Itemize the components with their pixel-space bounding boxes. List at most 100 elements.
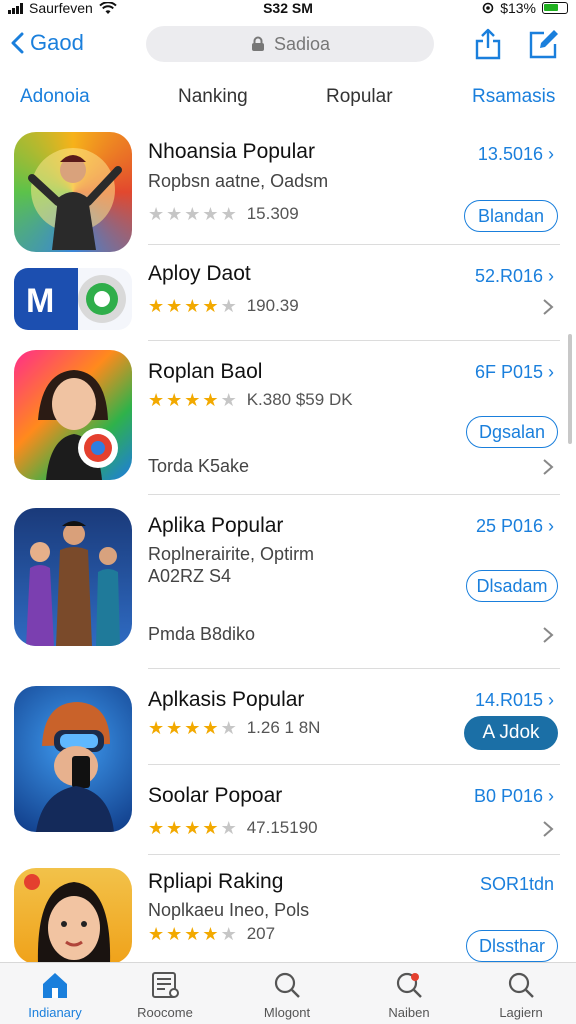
- star-icon: ★: [166, 296, 183, 316]
- back-label: Gaod: [30, 30, 84, 55]
- star-icon: ★: [148, 204, 165, 224]
- app-subtitle: Roplnerairite, Optirm: [148, 544, 315, 564]
- rating-count: 190.39: [246, 296, 299, 315]
- open-button[interactable]: A Jdok: [464, 716, 558, 750]
- search-placeholder: Sadioa: [273, 33, 331, 54]
- tab-item-naiben[interactable]: Naiben: [354, 969, 464, 1020]
- search-notification-icon: [396, 972, 422, 998]
- tab-label: Roocome: [137, 1005, 193, 1020]
- star-icon: ★: [184, 296, 201, 316]
- rating-count: 47.15190: [246, 818, 318, 837]
- star-icon: ★: [166, 924, 183, 944]
- app-icon: [14, 350, 132, 480]
- app-title: Roplan Baol: [148, 360, 263, 383]
- get-button[interactable]: Dgsalan: [466, 416, 558, 448]
- app-price[interactable]: 6F P015 ›: [475, 362, 554, 383]
- divider: [148, 854, 560, 855]
- share-icon[interactable]: [474, 28, 502, 60]
- rating-count: 15.309: [246, 204, 299, 223]
- tab-item-mlogont[interactable]: Mlogont: [232, 969, 342, 1020]
- nav-bar: Gaod Sadioa: [0, 24, 576, 68]
- app-title: Aplkasis Popular: [148, 688, 305, 711]
- divider: [148, 494, 560, 495]
- get-button[interactable]: Dlsadam: [466, 570, 558, 602]
- star-rating: ★ ★ ★ ★ ★ 190.39: [148, 296, 299, 316]
- back-button[interactable]: Gaod: [10, 30, 84, 56]
- star-icon: ★: [148, 296, 165, 316]
- star-icon: ★: [148, 924, 165, 944]
- app-icon: M: [14, 268, 132, 330]
- tab-adonoia[interactable]: Adonoia: [20, 86, 90, 108]
- search-icon: [274, 972, 300, 998]
- chevron-right-icon[interactable]: [542, 626, 554, 644]
- tab-label: Indianary: [28, 1005, 82, 1020]
- app-subtitle: Ropbsn aatne, Oadsm: [148, 171, 329, 191]
- app-icon: [14, 132, 132, 252]
- chevron-right-icon[interactable]: [542, 458, 554, 476]
- app-title: Soolar Popoar: [148, 784, 283, 807]
- get-button[interactable]: Dlssthar: [466, 930, 558, 962]
- star-icon: ★: [202, 924, 219, 944]
- app-price[interactable]: B0 P016 ›: [474, 786, 554, 807]
- star-icon: ★: [166, 390, 183, 410]
- app-icon: [14, 508, 132, 646]
- star-rating: ★ ★ ★ ★ ★ 15.309: [148, 204, 299, 224]
- search-input[interactable]: Sadioa: [146, 26, 434, 62]
- app-price[interactable]: SOR1tdn: [480, 874, 554, 895]
- star-icon: ★: [166, 204, 183, 224]
- app-price[interactable]: 52.R016 ›: [475, 266, 554, 287]
- rating-count: K.380 $59 DK: [246, 390, 353, 409]
- chevron-right-icon[interactable]: [542, 820, 554, 838]
- app-price[interactable]: 13.5016 ›: [478, 144, 554, 165]
- star-icon: ★: [184, 204, 201, 224]
- status-bar: Saurfeven S32 SM $13%: [0, 0, 576, 18]
- search-icon: [508, 972, 534, 998]
- app-price[interactable]: 14.R015 ›: [475, 690, 554, 711]
- star-icon: ★: [202, 204, 219, 224]
- battery-icon: [542, 2, 568, 14]
- tab-item-roocome[interactable]: Roocome: [110, 969, 220, 1020]
- battery-percent: $13%: [500, 0, 536, 16]
- compose-icon[interactable]: [528, 28, 558, 60]
- star-icon: ★: [202, 390, 219, 410]
- tab-label: Lagiern: [499, 1005, 543, 1020]
- divider: [148, 340, 560, 341]
- star-icon: ★: [166, 818, 183, 838]
- star-rating: ★ ★ ★ ★ ★ 207: [148, 924, 275, 944]
- app-title: Rpliapi Raking: [148, 870, 284, 893]
- app-price[interactable]: 25 P016 ›: [476, 516, 554, 537]
- star-rating: ★ ★ ★ ★ ★ 47.15190: [148, 818, 318, 838]
- rating-count: 207: [246, 924, 276, 943]
- svg-text:M: M: [26, 282, 54, 320]
- tab-label: Mlogont: [263, 1005, 311, 1020]
- scroll-indicator[interactable]: [568, 334, 572, 444]
- app-subtitle-secondary: A02RZ S4: [148, 566, 232, 586]
- tab-label: Naiben: [388, 1005, 430, 1020]
- star-icon: ★: [184, 718, 201, 738]
- star-icon: ★: [202, 718, 219, 738]
- tab-item-lagiern[interactable]: Lagiern: [466, 969, 576, 1020]
- app-footer: Torda K5ake: [148, 456, 250, 476]
- star-icon: ★: [202, 296, 219, 316]
- star-icon: ★: [148, 718, 165, 738]
- app-icon: [14, 868, 132, 964]
- star-icon: ★: [148, 818, 165, 838]
- chevron-right-icon[interactable]: [542, 298, 554, 316]
- home-icon: [43, 973, 67, 998]
- tab-rsamasis[interactable]: Rsamasis: [472, 86, 555, 108]
- rating-count: 1.26 1 8N: [246, 718, 321, 737]
- star-icon: ★: [184, 818, 201, 838]
- tab-ropular[interactable]: Ropular: [326, 86, 393, 108]
- star-icon: ★: [220, 390, 237, 410]
- app-subtitle: Noplkaeu Ineo, Pols: [148, 900, 310, 920]
- star-icon: ★: [220, 296, 237, 316]
- divider: [148, 764, 560, 765]
- bottom-tab-bar: Indianary Roocome Mlogont Naiben Lagiern: [0, 962, 576, 1024]
- tab-nanking[interactable]: Nanking: [178, 86, 248, 108]
- star-rating: ★ ★ ★ ★ ★ K.380 $59 DK: [148, 390, 353, 410]
- star-icon: ★: [202, 818, 219, 838]
- tab-item-indianary[interactable]: Indianary: [0, 969, 110, 1020]
- star-icon: ★: [220, 924, 237, 944]
- app-title: Nhoansia Popular: [148, 140, 315, 163]
- get-button[interactable]: Blandan: [464, 200, 558, 232]
